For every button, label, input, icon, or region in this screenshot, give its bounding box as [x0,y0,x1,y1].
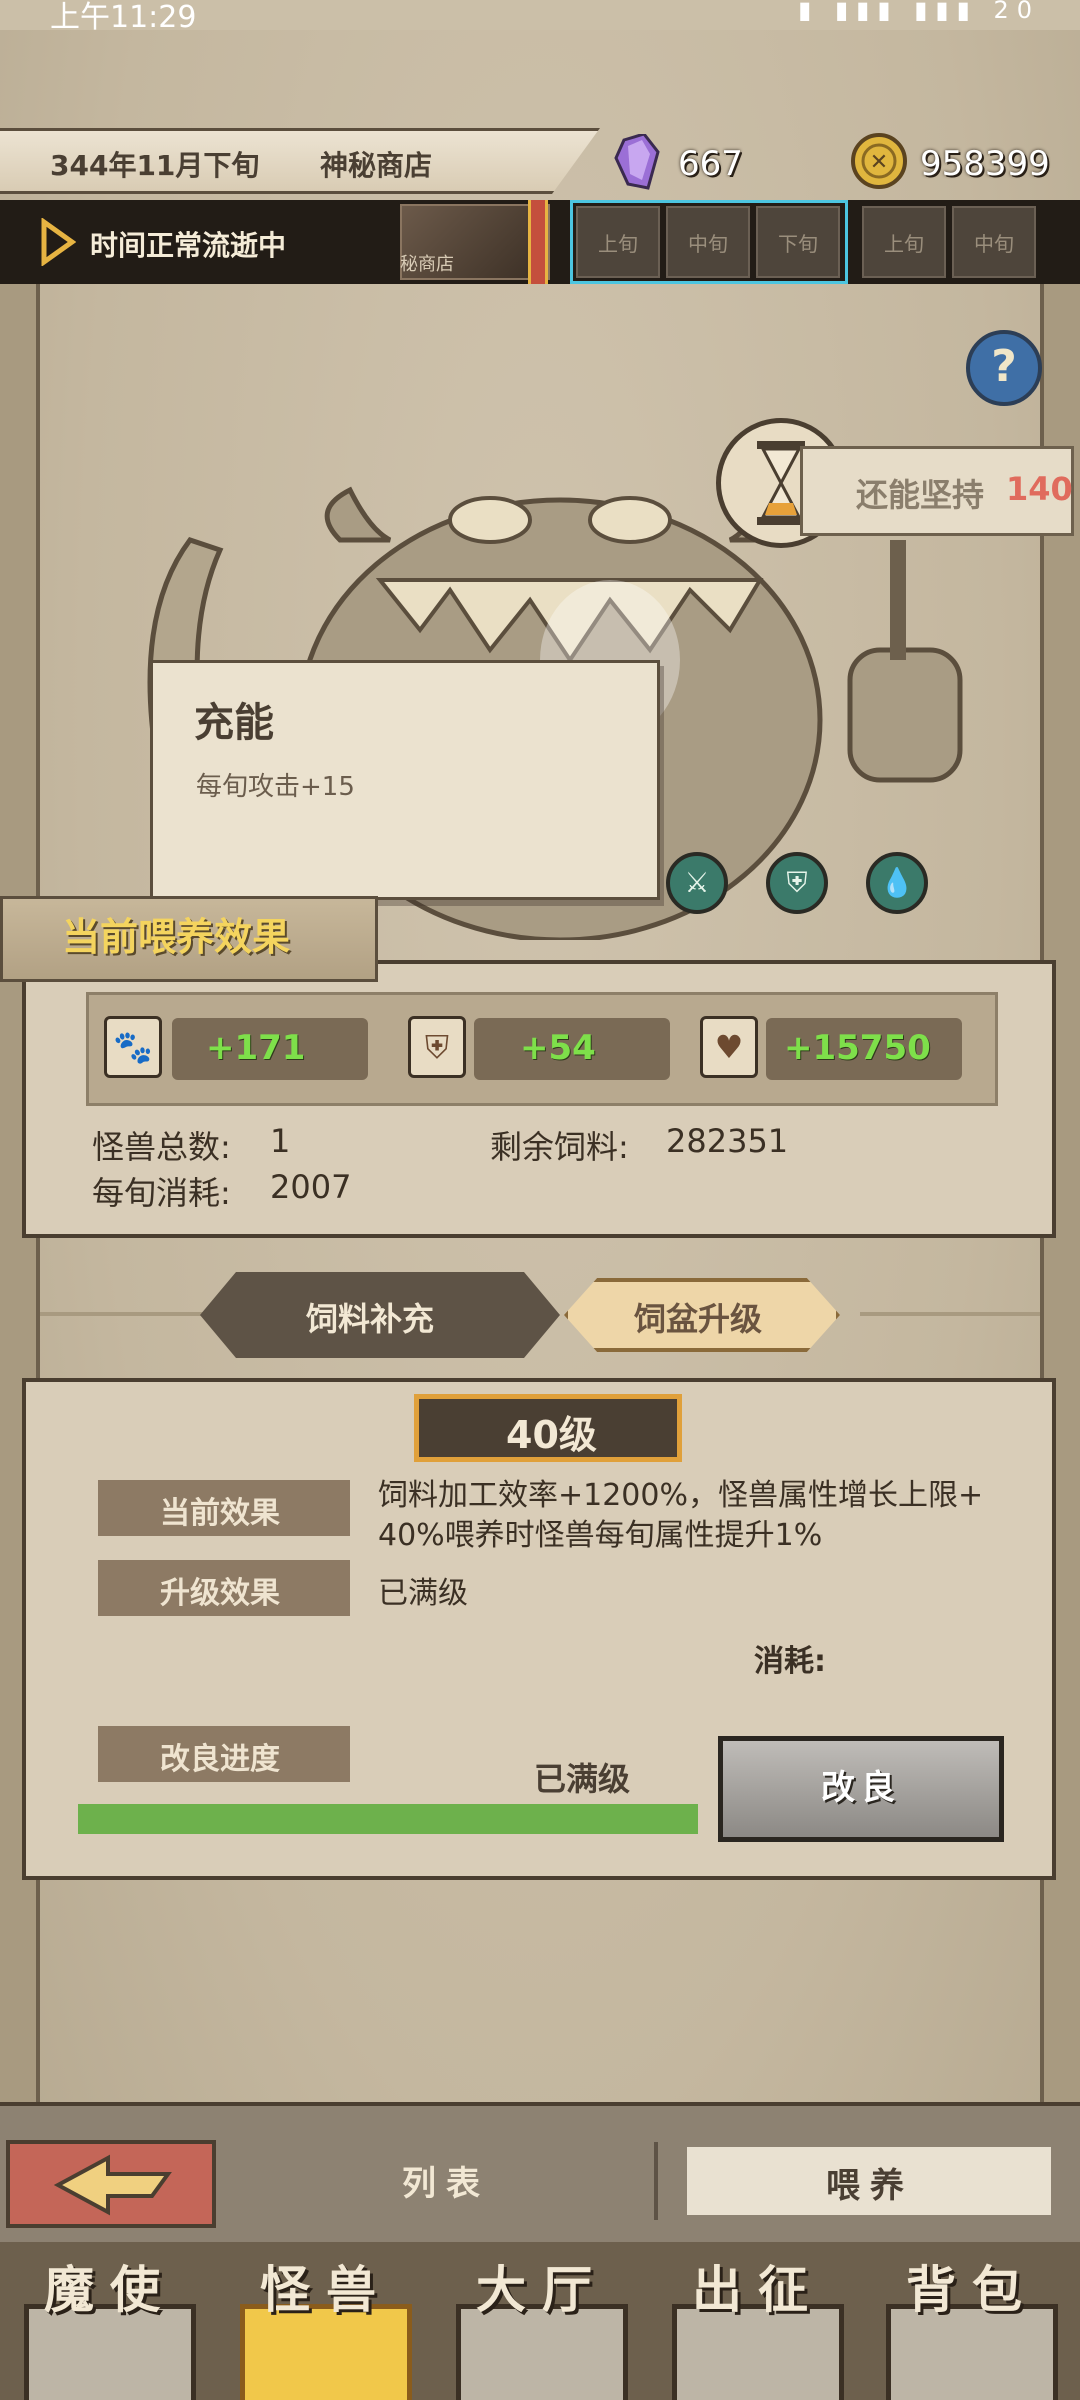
remaining-feed: 282351 [666,1122,789,1160]
shield-skill-icon[interactable]: ⛨ [766,852,828,914]
timeline-slot[interactable]: 下旬 [756,206,840,278]
remaining-feed-label: 剩余饲料: [490,1128,629,1166]
current-effect-label: 当前效果 [160,1496,280,1531]
tooltip-title: 充能 [194,700,274,746]
tab-bowl-upgrade-label: 饲盆升级 [634,1300,763,1338]
progress-status: 已满级 [534,1760,631,1798]
cost-label: 消耗: [754,1644,826,1679]
status-time: 上午11:29 [50,0,197,35]
persist-label: 还能坚持 [856,476,985,514]
hp-bonus: +15750 [784,1028,931,1068]
time-status: 时间正常流逝中 [90,229,287,262]
shield-icon: ⛨ [408,1016,466,1078]
progress-label: 改良进度 [160,1742,280,1777]
feeding-effect-title: 当前喂养效果 [62,915,291,959]
consumption-label: 每旬消耗: [92,1174,231,1212]
coin-icon: ✕ [851,133,907,189]
heart-icon: ♥ [700,1016,758,1078]
nav-label-monster: 怪兽 [260,2261,392,2319]
feed-button-label: 喂养 [826,2166,914,2206]
timeline-marker [528,200,548,284]
timeline-slot[interactable]: 中旬 [666,206,750,278]
tab-divider [40,1312,220,1316]
tab-feed-supply-label: 饲料补充 [306,1300,435,1338]
defense-bonus: +54 [520,1028,596,1068]
game-date: 344年11月下旬 [50,149,260,182]
nav-label-envoy: 魔使 [44,2261,176,2319]
play-icon[interactable] [40,218,76,266]
nav-label-backpack: 背包 [906,2261,1038,2319]
nav-label-expedition: 出征 [692,2261,824,2319]
current-effect-line1: 饲料加工效率+1200%，怪兽属性增长上限+ [378,1478,984,1513]
svg-text:✕: ✕ [870,150,888,175]
drop-skill-icon[interactable]: 💧 [866,852,928,914]
crystal-count: 667 [678,144,743,184]
tab-divider [860,1312,1040,1316]
sword-skill-icon[interactable]: ⚔ [666,852,728,914]
tooltip-description: 每旬攻击+15 [196,772,355,802]
consumption-value: 2007 [270,1168,352,1206]
shop-thumbnail-label: 秘商店 [400,254,454,275]
upgrade-effect-value: 已满级 [378,1576,468,1611]
attack-bonus: +171 [206,1028,306,1068]
monster-count: 1 [270,1122,291,1160]
paw-icon: 🐾 [104,1016,162,1078]
current-location: 神秘商店 [320,149,433,182]
improve-button[interactable]: 改良 [718,1736,1004,1842]
level-label: 40级 [506,1413,597,1457]
timeline-slot[interactable]: 中旬 [952,206,1036,278]
status-icons: ▮ ▮▮▮ ▮▮▮ 20 [798,0,1040,24]
crystal-icon [614,134,660,190]
timeline-slot[interactable]: 上旬 [576,206,660,278]
nav-label-hall: 大厅 [476,2261,608,2319]
current-effect-line2: 40%喂养时怪兽每旬属性提升1% [378,1518,823,1553]
progress-fill [78,1804,698,1834]
monster-count-label: 怪兽总数: [92,1128,231,1166]
help-icon[interactable]: ? [966,330,1042,406]
upgrade-effect-label: 升级效果 [160,1576,280,1611]
bottom-divider [654,2142,658,2220]
timeline-slot[interactable]: 上旬 [862,206,946,278]
back-arrow-icon [53,2154,172,2216]
persist-value: 140 [1006,470,1073,508]
list-tab-label[interactable]: 列表 [402,2156,490,2205]
coin-count: 958399 [920,144,1050,184]
